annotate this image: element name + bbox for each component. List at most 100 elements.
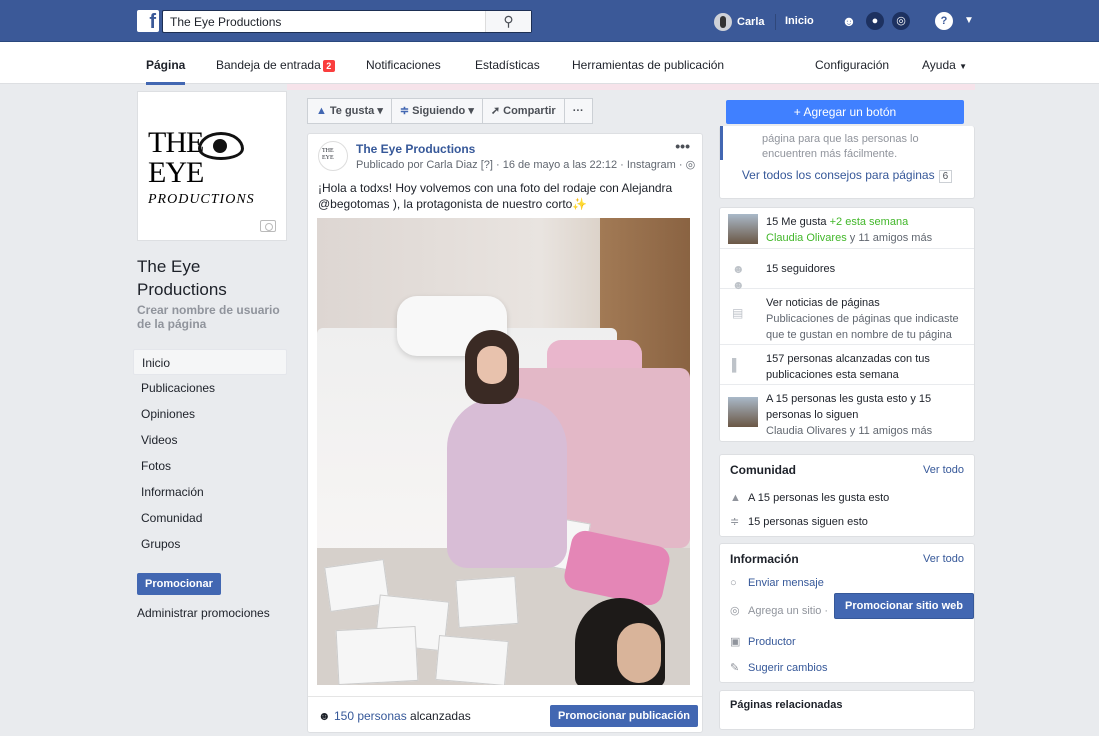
community-follows: 15 personas siguen esto bbox=[748, 515, 868, 528]
all-tips-link[interactable]: Ver todos los consejos para páginas 6 bbox=[720, 168, 974, 183]
post-options-icon[interactable]: ••• bbox=[675, 138, 690, 154]
friend-name-link[interactable]: Claudia Olivares bbox=[766, 232, 847, 244]
share-label: Compartir bbox=[503, 105, 556, 117]
left-nav-informacion[interactable]: Información bbox=[133, 479, 287, 505]
left-nav-videos[interactable]: Videos bbox=[133, 427, 287, 453]
tips-accent bbox=[720, 126, 723, 160]
follow-button[interactable]: ≑ Siguiendo ▾ bbox=[390, 98, 483, 124]
inbox-badge: 2 bbox=[322, 60, 335, 72]
stats-news-row[interactable]: ▤ Ver noticias de páginas Publicaciones … bbox=[720, 289, 974, 345]
category-link[interactable]: Productor bbox=[748, 636, 796, 648]
tab-bandeja[interactable]: Bandeja de entrada 2 bbox=[216, 58, 335, 72]
add-site-label: Agrega un sitio · bbox=[748, 604, 829, 617]
cover-strip bbox=[287, 84, 975, 90]
left-nav-inicio[interactable]: Inicio bbox=[133, 349, 287, 375]
info-see-all[interactable]: Ver todo bbox=[923, 553, 964, 565]
tab-estadisticas[interactable]: Estadísticas bbox=[475, 58, 540, 72]
left-nav-publicaciones[interactable]: Publicaciones bbox=[133, 375, 287, 401]
create-username-link[interactable]: Crear nombre de usuario de la página bbox=[137, 303, 287, 331]
help-menu[interactable]: Ayuda ▼ bbox=[922, 58, 967, 72]
divider bbox=[775, 14, 776, 30]
more-button[interactable]: ··· bbox=[563, 98, 593, 124]
post-footer: ☻ 150 personas alcanzadas Promocionar pu… bbox=[308, 696, 702, 736]
tab-pagina[interactable]: Página bbox=[146, 58, 186, 85]
tab-herramientas[interactable]: Herramientas de publicación bbox=[572, 58, 724, 72]
promote-post-button[interactable]: Promocionar publicación bbox=[550, 705, 699, 727]
page-action-bar: ▲ Te gusta ▾ ≑ Siguiendo ▾ ➚ Compartir ··· bbox=[307, 98, 604, 126]
add-site-row: ◎ Agrega un sitio · bbox=[730, 604, 829, 618]
thumbs-up-icon: ▲ bbox=[730, 492, 741, 504]
profile-picture[interactable]: THE EYE PRODUCTIONS bbox=[137, 91, 287, 241]
logo-text-eye: EYE bbox=[148, 156, 204, 189]
facebook-logo-icon[interactable]: f bbox=[137, 10, 159, 33]
post-text-body: ¡Hola a todxs! Hoy volvemos con una foto… bbox=[318, 181, 673, 211]
tab-bandeja-label: Bandeja de entrada bbox=[216, 58, 321, 72]
page-subnav: Página Bandeja de entrada 2 Notificacione… bbox=[0, 42, 1099, 85]
left-nav-comunidad[interactable]: Comunidad bbox=[133, 505, 287, 531]
post-meta: Publicado por Carla Diaz [?] · 16 de may… bbox=[356, 158, 695, 171]
page-title: The Eye Productions bbox=[137, 257, 227, 299]
promote-website-button[interactable]: Promocionar sitio web bbox=[834, 593, 974, 619]
post-author-name[interactable]: The Eye Productions bbox=[356, 142, 475, 156]
photo-person-face bbox=[477, 346, 507, 384]
category-icon: ▣ bbox=[730, 636, 741, 648]
follow-label: Siguiendo bbox=[412, 105, 466, 117]
top-user-link[interactable]: Carla bbox=[714, 12, 765, 32]
photo-person-body bbox=[447, 398, 567, 568]
stats-reach-row[interactable]: ▌ 157 personas alcanzadas con tus public… bbox=[720, 345, 974, 385]
rss-icon: ≑ bbox=[399, 105, 410, 117]
bar-chart-icon: ▌ bbox=[732, 358, 741, 372]
messenger-icon[interactable]: ● bbox=[866, 12, 884, 30]
globe-notifications-icon[interactable]: ◎ bbox=[892, 12, 910, 30]
camera-icon[interactable] bbox=[260, 220, 276, 232]
like-button[interactable]: ▲ Te gusta ▾ bbox=[307, 98, 392, 124]
chevron-down-icon[interactable]: ▼ bbox=[960, 12, 978, 30]
home-link[interactable]: Inicio bbox=[785, 15, 814, 27]
community-likes-row: ▲ A 15 personas les gusta esto bbox=[730, 492, 889, 504]
share-button[interactable]: ➚ Compartir bbox=[481, 98, 565, 124]
community-see-all[interactable]: Ver todo bbox=[923, 464, 964, 476]
post-author-avatar[interactable]: THE EYE bbox=[318, 141, 348, 171]
post-text: ¡Hola a todxs! Hoy volvemos con una foto… bbox=[318, 180, 693, 212]
photo-mannequin-face bbox=[617, 623, 661, 683]
stats-followers-row[interactable]: ☻☻ 15 seguidores bbox=[720, 249, 974, 292]
manage-promotions-link[interactable]: Administrar promociones bbox=[137, 606, 287, 620]
post-photo[interactable] bbox=[317, 218, 690, 685]
eye-logo-icon bbox=[198, 132, 244, 160]
pencil-icon: ✎ bbox=[730, 662, 740, 674]
left-nav-grupos[interactable]: Grupos bbox=[133, 531, 287, 557]
friends-icon[interactable]: ☻ bbox=[840, 12, 858, 30]
post-card: THE EYE The Eye Productions Publicado por… bbox=[307, 133, 703, 733]
rss-icon: ≑ bbox=[730, 516, 740, 528]
logo-text-productions: PRODUCTIONS bbox=[148, 192, 255, 207]
page-thumbnail bbox=[728, 397, 758, 427]
stats-likes-row[interactable]: 15 Me gusta +2 esta semana Claudia Oliva… bbox=[720, 208, 974, 249]
suggest-changes-link[interactable]: Sugerir cambios bbox=[748, 662, 827, 674]
promote-button[interactable]: Promocionar bbox=[137, 573, 221, 595]
tab-configuracion[interactable]: Configuración bbox=[815, 58, 889, 72]
left-column: THE EYE PRODUCTIONS The Eye Productions … bbox=[133, 91, 287, 620]
send-message-link[interactable]: Enviar mensaje bbox=[748, 577, 824, 589]
reach-count-link[interactable]: 150 personas bbox=[334, 709, 407, 723]
tips-card: página para que las personas lo encuentr… bbox=[719, 126, 975, 199]
tab-notificaciones[interactable]: Notificaciones bbox=[366, 58, 441, 72]
stats-news-title: Ver noticias de páginas bbox=[766, 297, 880, 309]
photo-paper bbox=[435, 635, 509, 685]
search-icon[interactable]: ⚲ bbox=[485, 11, 531, 32]
top-bar: f The Eye Productions ⚲ Carla Inicio ☻ ●… bbox=[0, 0, 1099, 42]
help-icon[interactable]: ? bbox=[935, 12, 953, 30]
followers-icon: ☻☻ bbox=[732, 262, 745, 292]
photo-paper bbox=[455, 575, 519, 629]
stats-reach: 157 personas alcanzadas con tus publicac… bbox=[766, 353, 930, 381]
send-message-row[interactable]: ○ Enviar mensaje bbox=[730, 577, 824, 589]
all-tips-label: Ver todos los consejos para páginas bbox=[741, 168, 935, 182]
search-input[interactable]: The Eye Productions ⚲ bbox=[162, 10, 532, 33]
add-button-cta[interactable]: + Agregar un botón bbox=[726, 100, 964, 124]
left-nav-opiniones[interactable]: Opiniones bbox=[133, 401, 287, 427]
left-nav-fotos[interactable]: Fotos bbox=[133, 453, 287, 479]
friends-suffix: y 11 amigos más bbox=[846, 232, 933, 244]
stats-friends-line: Claudia Olivares y 11 amigos más bbox=[766, 230, 966, 246]
community-likes: A 15 personas les gusta esto bbox=[748, 492, 890, 504]
tips-count: 6 bbox=[938, 170, 953, 183]
stats-like-follow-row[interactable]: A 15 personas les gusta esto y 15 person… bbox=[720, 385, 974, 441]
